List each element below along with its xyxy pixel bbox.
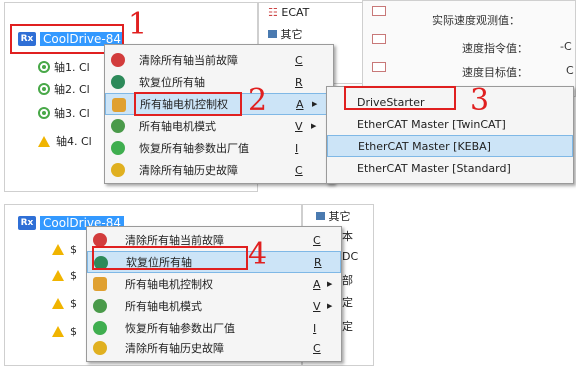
annotation-box-3 [344,86,456,110]
clear-fault-icon [111,53,125,67]
clear-fault-icon [93,233,107,247]
folder-icon [268,30,277,38]
tree-item-axis4[interactable]: 轴4. Cl [38,132,92,150]
warning-icon [38,135,50,147]
side-item-other[interactable]: 其它 [268,26,303,42]
submenu-arrow-icon: ▶ [327,280,333,288]
tree-item-axis1[interactable]: $ [52,240,77,258]
network-icon: ☷ [268,6,278,19]
menu-item-restore-defaults[interactable]: 恢复所有轴参数出厂值 I [105,137,333,159]
restore-icon [111,141,125,155]
submenu-item-standard[interactable]: EtherCAT Master [Standard] [327,157,573,179]
side-item-partial: 定 [342,320,353,333]
warning-icon [52,243,64,255]
rx-badge: Rx [18,216,36,230]
speed-target-value: C [566,64,574,77]
menu-item-motor-mode[interactable]: 所有轴电机模式 V ▶ [105,115,333,137]
menu-item-clear-history[interactable]: 清除所有轴历史故障 C [105,159,333,181]
menu-item-clear-current-faults[interactable]: 清除所有轴当前故障 C [105,49,333,71]
tree-item-axis2[interactable]: 轴2. Cl [38,80,90,98]
menu-item-soft-reset[interactable]: 软复位所有轴 R [105,71,333,93]
submenu-arrow-icon: ▶ [312,100,318,108]
side-item-other[interactable]: 其它 [316,208,351,224]
step-number-3: 3 [470,83,490,118]
tree-item-axis1[interactable]: 轴1. Cl [38,58,90,76]
mode-icon [111,119,125,133]
submenu-arrow-icon: ▶ [311,122,317,130]
tree-item-axis2[interactable]: $ [52,266,77,284]
warning-icon [52,297,64,309]
restore-icon [93,321,107,335]
side-item-ecat[interactable]: ☷ ECAT [268,6,309,19]
status-ok-icon [38,83,50,95]
annotation-box-4 [92,246,248,270]
chart-icon [372,62,386,72]
step-number-4: 4 [248,237,268,272]
side-item-partial: 部 [342,274,353,287]
menu-item-motor-mode[interactable]: 所有轴电机模式 V ▶ [87,295,341,317]
tree-item-axis3[interactable]: 轴3. Cl [38,104,90,122]
side-item-partial: DC [342,250,359,263]
status-ok-icon [38,61,50,73]
speed-command-value: -C [560,40,572,53]
annotation-box-2 [134,92,242,116]
warning-icon [52,269,64,281]
tree-item-axis3[interactable]: $ [52,294,77,312]
speed-target-label: 速度目标值： [462,66,528,79]
tree-item-axis4[interactable]: $ [52,322,77,340]
hand-icon [93,277,107,291]
chart-icon [372,6,386,16]
hand-icon [112,98,126,112]
speed-command-label: 速度指令值： [462,42,528,55]
status-ok-icon [38,107,50,119]
menu-item-clear-history[interactable]: 清除所有轴历史故障 C [87,337,341,359]
submenu-item-keba[interactable]: EtherCAT Master [KEBA] [327,135,573,157]
side-item-partial: 定 [342,296,353,309]
warning-icon [52,325,64,337]
actual-speed-label: 实际速度观测值： [432,14,520,27]
history-icon [111,163,125,177]
folder-icon [316,212,325,220]
menu-item-motor-control[interactable]: 所有轴电机控制权 A ▶ [87,273,341,295]
step-number-1: 1 [128,7,148,42]
history-icon [93,341,107,355]
mode-icon [93,299,107,313]
step-number-2: 2 [248,83,268,118]
chart-icon [372,34,386,44]
submenu-arrow-icon: ▶ [327,302,333,310]
menu-item-restore-defaults[interactable]: 恢复所有轴参数出厂值 I [87,317,341,339]
reset-icon [111,75,125,89]
side-item-partial: 本 [342,230,353,243]
submenu-item-twincat[interactable]: EtherCAT Master [TwinCAT] [327,113,573,135]
